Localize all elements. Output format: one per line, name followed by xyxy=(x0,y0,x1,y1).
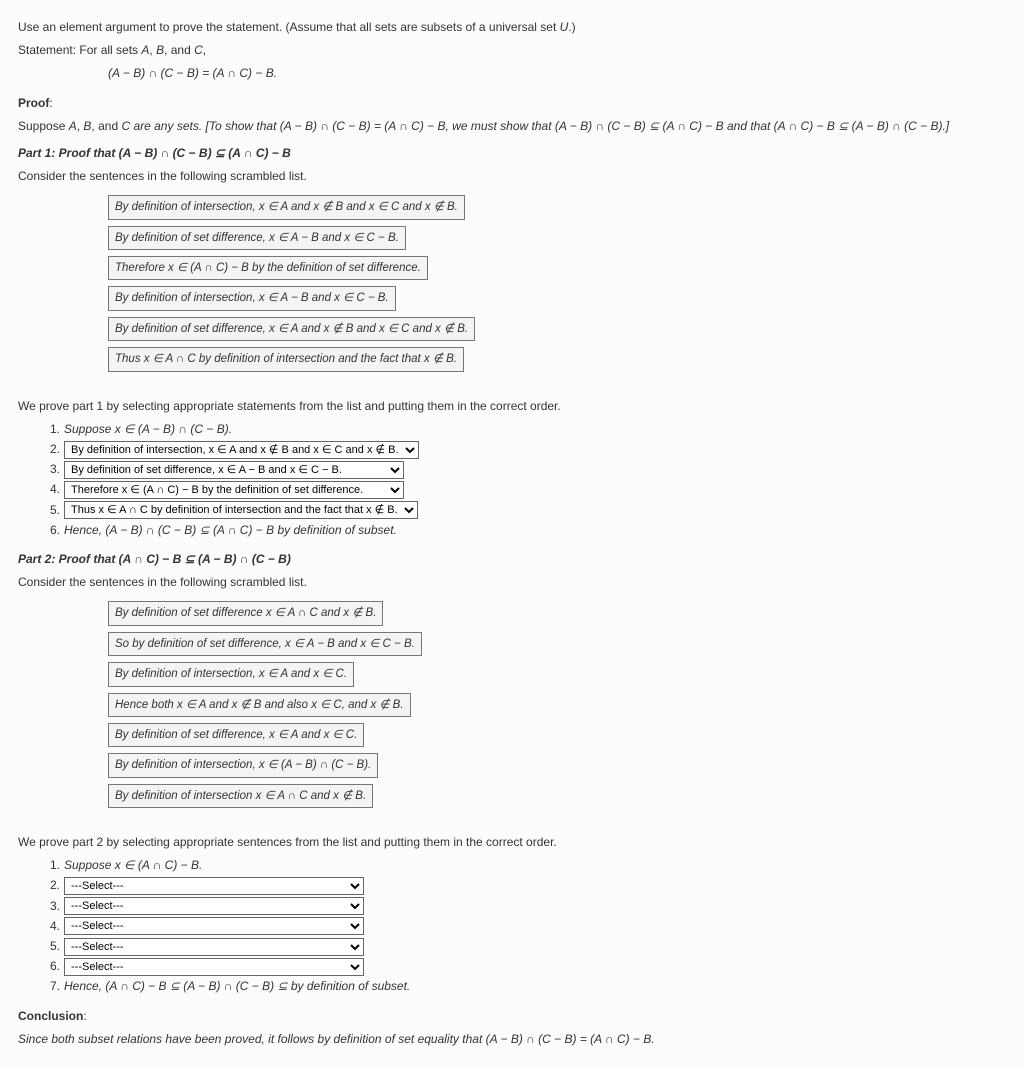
part2-step2-select[interactable]: ---Select--- xyxy=(64,877,364,895)
scrambled-item: By definition of set difference, x ∈ A a… xyxy=(108,723,364,747)
step-text: Suppose x ∈ (A − B) ∩ (C − B). xyxy=(64,420,232,439)
intro-line-1: Use an element argument to prove the sta… xyxy=(18,18,1006,37)
part2-lead: We prove part 2 by selecting appropriate… xyxy=(18,833,1006,852)
part1-ordered-steps: 1.Suppose x ∈ (A − B) ∩ (C − B). 2. By d… xyxy=(42,420,1006,540)
text: .) xyxy=(568,20,575,34)
part2-title: Part 2: Proof that (A ∩ C) − B ⊆ (A − B)… xyxy=(18,550,1006,569)
step-num: 3. xyxy=(42,897,60,916)
part1-step4-select[interactable]: Therefore x ∈ (A ∩ C) − B by the definit… xyxy=(64,481,404,499)
scrambled-item: By definition of intersection x ∈ A ∩ C … xyxy=(108,784,373,808)
var-C: C xyxy=(194,43,203,57)
scrambled-item: By definition of intersection, x ∈ (A − … xyxy=(108,753,378,777)
text: , and xyxy=(164,43,194,57)
part1-step3-select[interactable]: By definition of set difference, x ∈ A −… xyxy=(64,461,404,479)
scrambled-item: Thus x ∈ A ∩ C by definition of intersec… xyxy=(108,347,464,371)
text: A − B) ∩ (C − B) = (A ∩ C) − B, we must … xyxy=(284,119,949,133)
step-num: 4. xyxy=(42,917,60,936)
part2-scrambled-list: By definition of set difference x ∈ A ∩ … xyxy=(108,598,1006,811)
part2-step5-select[interactable]: ---Select--- xyxy=(64,938,364,956)
statement-equation: (A − B) ∩ (C − B) = (A ∩ C) − B. xyxy=(108,64,1006,83)
scrambled-item: Hence both x ∈ A and x ∉ B and also x ∈ … xyxy=(108,693,411,717)
colon: : xyxy=(83,1009,86,1023)
step-num: 5. xyxy=(42,501,60,520)
scrambled-item: By definition of set difference x ∈ A ∩ … xyxy=(108,601,383,625)
colon: : xyxy=(49,96,52,110)
step-text: Hence, (A ∩ C) − B ⊆ (A − B) ∩ (C − B) ⊆… xyxy=(64,977,410,996)
step-text: Suppose x ∈ (A ∩ C) − B. xyxy=(64,856,202,875)
var-U: U xyxy=(560,20,569,34)
step-num: 2. xyxy=(42,876,60,895)
step-num: 4. xyxy=(42,480,60,499)
text: Statement: For all sets xyxy=(18,43,141,57)
part1-lead: We prove part 1 by selecting appropriate… xyxy=(18,397,1006,416)
part1-title: Part 1: Proof that (A − B) ∩ (C − B) ⊆ (… xyxy=(18,144,1006,163)
text: , and xyxy=(91,119,121,133)
text: , xyxy=(203,43,206,57)
part2-step6-select[interactable]: ---Select--- xyxy=(64,958,364,976)
proof-heading: Proof: xyxy=(18,94,1006,113)
text: are any sets. [To show that ( xyxy=(130,119,284,133)
var-C: C xyxy=(121,119,130,133)
var-B: B xyxy=(156,43,164,57)
text: Use an element argument to prove the sta… xyxy=(18,20,560,34)
scrambled-item: Therefore x ∈ (A ∩ C) − B by the definit… xyxy=(108,256,428,280)
conclusion-text: Since both subset relations have been pr… xyxy=(18,1030,1006,1049)
scrambled-item: By definition of intersection, x ∈ A and… xyxy=(108,195,465,219)
part2-consider: Consider the sentences in the following … xyxy=(18,573,1006,592)
step-num: 3. xyxy=(42,460,60,479)
suppose-line: Suppose A, B, and C are any sets. [To sh… xyxy=(18,117,1006,136)
step-num: 6. xyxy=(42,957,60,976)
part1-scrambled-list: By definition of intersection, x ∈ A and… xyxy=(108,192,1006,374)
scrambled-item: By definition of intersection, x ∈ A and… xyxy=(108,662,354,686)
var-A: A xyxy=(69,119,77,133)
step-num: 1. xyxy=(42,420,60,439)
scrambled-item: So by definition of set difference, x ∈ … xyxy=(108,632,422,656)
step-num: 7. xyxy=(42,977,60,996)
part1-step2-select[interactable]: By definition of intersection, x ∈ A and… xyxy=(64,441,419,459)
part2-step4-select[interactable]: ---Select--- xyxy=(64,917,364,935)
conclusion-heading: Conclusion: xyxy=(18,1007,1006,1026)
step-num: 6. xyxy=(42,521,60,540)
intro-line-2: Statement: For all sets A, B, and C, xyxy=(18,41,1006,60)
part1-consider: Consider the sentences in the following … xyxy=(18,167,1006,186)
part1-step5-select[interactable]: Thus x ∈ A ∩ C by definition of intersec… xyxy=(64,501,418,519)
step-num: 5. xyxy=(42,937,60,956)
text: Suppose xyxy=(18,119,69,133)
scrambled-item: By definition of set difference, x ∈ A −… xyxy=(108,226,406,250)
step-text: Hence, (A − B) ∩ (C − B) ⊆ (A ∩ C) − B b… xyxy=(64,521,397,540)
part2-ordered-steps: 1.Suppose x ∈ (A ∩ C) − B. 2. ---Select-… xyxy=(42,856,1006,996)
scrambled-item: By definition of intersection, x ∈ A − B… xyxy=(108,286,396,310)
conclusion-label: Conclusion xyxy=(18,1009,83,1023)
proof-label: Proof xyxy=(18,96,49,110)
scrambled-item: By definition of set difference, x ∈ A a… xyxy=(108,317,475,341)
step-num: 2. xyxy=(42,440,60,459)
step-num: 1. xyxy=(42,856,60,875)
part2-step3-select[interactable]: ---Select--- xyxy=(64,897,364,915)
